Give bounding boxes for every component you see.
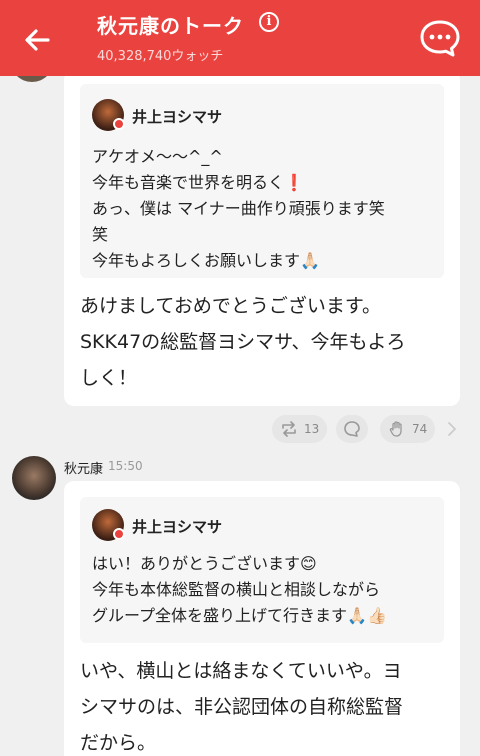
quoted-author-name: 井上ヨシマサ — [132, 518, 223, 536]
chat-bubble-icon — [420, 20, 460, 57]
quoted-line: グループ全体を盛り上げて行きます🙏🏻👍🏻 — [92, 606, 387, 625]
app-header: 秋元康のトーク i 40,328,740ウォッチ — [0, 0, 480, 76]
post-body: あけましておめでとうございます。 SKK47の総監督ヨシマサ、今年もよろ しく！ — [80, 288, 405, 396]
page-title: 秋元康のトーク — [97, 14, 244, 38]
repost-button[interactable]: 13 — [272, 414, 328, 444]
post-card: 井上ヨシマサ アケオメ〜〜^_^ 今年も音楽で世界を明るく❗ あっ、僕は マイナ… — [64, 70, 460, 406]
quoted-post[interactable]: 井上ヨシマサ はい！ありがとうございます😊 今年も本体総監督の横山と相談しながら… — [80, 497, 444, 643]
quoted-post[interactable]: 井上ヨシマサ アケオメ〜〜^_^ 今年も音楽で世界を明るく❗ あっ、僕は マイナ… — [80, 84, 444, 278]
post-line: シマサのは、非公認団体の自称総監督 — [80, 696, 404, 718]
repost-icon — [282, 421, 296, 437]
quoted-line: はい！ありがとうございます😊 — [92, 554, 317, 573]
quoted-line: 今年も本体総監督の横山と相談しながら — [92, 580, 381, 599]
quoted-author-name: 井上ヨシマサ — [132, 108, 223, 126]
post-line: だから。 — [80, 732, 157, 754]
quoted-line: アケオメ〜〜^_^ — [92, 147, 223, 166]
clap-count: 74 — [412, 422, 428, 436]
quoted-text: アケオメ〜〜^_^ 今年も音楽で世界を明るく❗ あっ、僕は マイナー曲作り頑張り… — [92, 144, 385, 274]
verified-badge-icon — [113, 118, 125, 130]
post-line: あけましておめでとうございます。 — [80, 295, 381, 317]
quoted-line: 笑 — [92, 225, 109, 244]
post-line: SKK47の総監督ヨシマサ、今年もよろ — [80, 331, 406, 353]
post-body: いや、横山とは絡まなくていいや。ヨ シマサのは、非公認団体の自称総監督 だから。 — [80, 653, 403, 756]
quoted-line: あっ、僕は マイナー曲作り頑張ります笑 — [92, 199, 385, 218]
post-card: 井上ヨシマサ はい！ありがとうございます😊 今年も本体総監督の横山と相談しながら… — [64, 481, 460, 756]
author-name[interactable]: 秋元康 — [64, 458, 103, 477]
quoted-text: はい！ありがとうございます😊 今年も本体総監督の横山と相談しながら グループ全体… — [92, 551, 387, 629]
back-arrow-icon — [25, 29, 50, 51]
back-button[interactable] — [18, 20, 58, 60]
post-line: しく！ — [80, 367, 138, 389]
watch-count: 40,328,740ウォッチ — [97, 49, 224, 64]
avatar[interactable] — [12, 456, 56, 500]
chevron-right-icon[interactable] — [446, 420, 458, 438]
quoted-line: 今年もよろしくお願いします🙏🏻 — [92, 251, 320, 270]
repost-count: 13 — [304, 422, 320, 436]
quoted-line: 今年も音楽で世界を明るく❗ — [92, 173, 304, 192]
post-line: いや、横山とは絡まなくていいや。ヨ — [80, 660, 402, 682]
clap-hand-icon — [389, 421, 402, 437]
comment-icon — [344, 421, 360, 437]
post-time: 15:50 — [108, 459, 143, 473]
chat-button[interactable] — [418, 18, 462, 58]
info-icon[interactable]: i — [259, 12, 279, 32]
comment-button[interactable] — [336, 414, 368, 444]
verified-badge-icon — [113, 528, 125, 540]
clap-button[interactable]: 74 — [380, 414, 436, 444]
